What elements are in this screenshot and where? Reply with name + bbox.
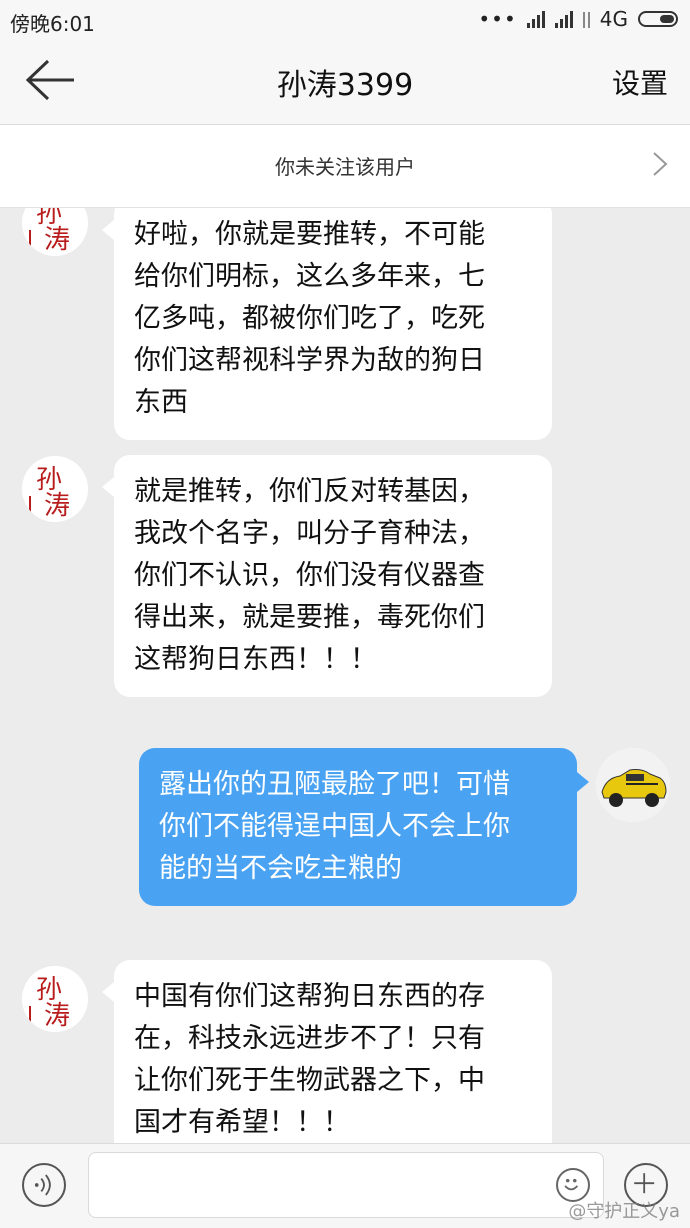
car-avatar-icon (596, 748, 670, 822)
follow-banner-text: 你未关注该用户 (275, 155, 415, 179)
nav-bar: 孙涛3399 设置 (0, 40, 690, 125)
message-bubble-incoming[interactable]: 中国有你们这帮狗日东西的存 在，科技永远进步不了！只有 让你们死于生物武器之下，… (102, 960, 552, 1143)
signal-strength-icon-2 (554, 10, 573, 28)
chat-area: 孙 涛 好啦，你就是要推转，不可能 给你们明标，这么多年来，七 亿多吨，都被你们… (0, 208, 690, 1143)
svg-text:涛: 涛 (44, 1001, 70, 1031)
message-bubble-incoming[interactable]: 就是推转，你们反对转基因， 我改个名字，叫分子育种法， 你们不认识，你们没有仪器… (102, 455, 552, 697)
svg-text:涛: 涛 (44, 225, 70, 255)
status-bar: 傍晚6:01 ••• 4G (0, 0, 690, 40)
message-bubble-incoming[interactable]: 好啦，你就是要推转，不可能 给你们明标，这么多年来，七 亿多吨，都被你们吃了，吃… (102, 208, 552, 440)
network-type: 4G (599, 7, 628, 31)
more-dots-icon: ••• (478, 7, 517, 31)
battery-icon (638, 11, 678, 27)
svg-text:涛: 涛 (44, 491, 70, 521)
contact-avatar[interactable]: 孙 涛 (22, 456, 88, 522)
status-time: 傍晚6:01 (10, 12, 95, 36)
signal-strength-icon (526, 10, 545, 28)
settings-button[interactable]: 设置 (612, 62, 668, 102)
contact-avatar[interactable]: 孙 涛 (22, 208, 88, 256)
data-transfer-icon (582, 10, 590, 28)
voice-icon[interactable] (22, 1163, 66, 1207)
message-bubble-outgoing[interactable]: 露出你的丑陋最脸了吧！可惜 你们不能得逞中国人不会上你 能的当不会吃主粮的 (139, 748, 589, 906)
contact-avatar[interactable]: 孙 涛 (22, 966, 88, 1032)
follow-banner[interactable]: 你未关注该用户 (0, 125, 690, 208)
status-icons: ••• 4G (478, 7, 678, 31)
watermark: @守护正义ya (568, 1201, 680, 1222)
my-avatar[interactable] (596, 748, 670, 822)
chevron-right-icon (653, 152, 668, 176)
page-title: 孙涛3399 (276, 68, 414, 103)
message-input[interactable] (88, 1152, 604, 1218)
